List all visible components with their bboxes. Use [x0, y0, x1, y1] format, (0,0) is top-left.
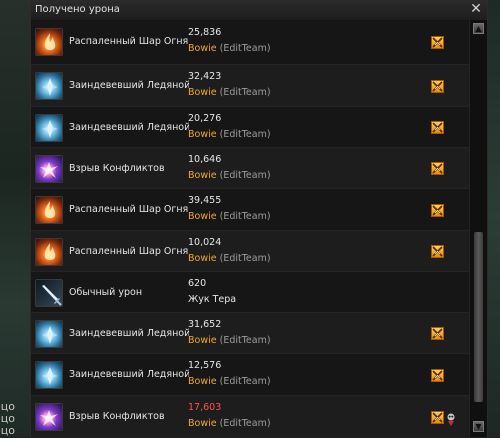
damage-source: Bowie (EditTeam) [188, 418, 271, 429]
fire-orb-icon [35, 196, 63, 224]
skill-name: Заиндевевший Ледяной Шар [69, 80, 189, 91]
scroll-down-icon[interactable]: ▼ [473, 421, 484, 432]
damage-source: Bowie (EditTeam) [188, 376, 271, 387]
skill-name: Заиндевевший Ледяной Шар [69, 369, 189, 380]
source-name: Жук Тера [188, 294, 237, 305]
ice-orb-icon [35, 320, 63, 348]
source-team-name: (EditTeam) [216, 170, 271, 181]
party-member-icon [431, 411, 444, 424]
ice-orb-icon [35, 361, 63, 389]
skill-name: Взрыв Конфликтов [69, 411, 165, 422]
fire-orb-icon [35, 28, 63, 56]
list-item[interactable]: Заиндевевший Ледяной Шар32,423 Bowie (Edi… [31, 64, 469, 106]
skill-name: Распаленный Шар Огня [69, 36, 189, 47]
damage-value: 12,576 [188, 360, 222, 371]
party-member-icon [431, 162, 444, 175]
skill-name: Заиндевевший Ледяной Шар [69, 122, 189, 133]
source-player-name[interactable]: Bowie [188, 129, 217, 140]
damage-source: Bowie (EditTeam) [188, 335, 271, 346]
damage-value: 620 [188, 278, 207, 289]
scrollbar[interactable]: ▲ ▼ [469, 20, 487, 437]
damage-value: 17,603 [188, 402, 222, 413]
damage-source: Bowie (EditTeam) [188, 211, 271, 222]
damage-value: 10,024 [188, 237, 222, 248]
source-team-name: (EditTeam) [216, 418, 271, 429]
debuff-icon [446, 411, 456, 426]
source-team-name: (EditTeam) [216, 87, 271, 98]
damage-source: Bowie (EditTeam) [188, 43, 271, 54]
list-item[interactable]: Заиндевевший Ледяной Шар20,276 Bowie (Edi… [31, 106, 469, 147]
source-team-name: (EditTeam) [216, 211, 271, 222]
list-item[interactable]: Взрыв Конфликтов 17,603 Bowie (EditTeam) [31, 395, 469, 437]
skill-name: Заиндевевший Ледяной Шар [69, 328, 189, 339]
conflict-blast-icon [35, 403, 63, 431]
party-member-icon [431, 369, 444, 382]
source-player-name[interactable]: Bowie [188, 335, 217, 346]
damage-value: 32,423 [188, 71, 222, 82]
source-team-name: (EditTeam) [216, 129, 271, 140]
window-titlebar[interactable]: Получено урона ✕ [31, 0, 487, 21]
party-member-icon [431, 327, 444, 340]
damage-log-list: Распаленный Шар Огня 25,836 Bowie (EditTea… [31, 20, 469, 437]
source-player-name[interactable]: Bowie [188, 253, 217, 264]
damage-value: 31,652 [188, 319, 222, 330]
scroll-up-icon[interactable]: ▲ [473, 23, 484, 34]
background-left [0, 0, 30, 437]
skill-name: Взрыв Конфликтов [69, 163, 165, 174]
source-player-name[interactable]: Bowie [188, 170, 217, 181]
list-item[interactable]: Взрыв Конфликтов 10,646 Bowie (EditTeam) [31, 147, 469, 188]
list-item[interactable]: Обычный урон 620 Жук Тера [31, 271, 469, 312]
list-item[interactable]: Распаленный Шар Огня 10,024 Bowie (EditTea… [31, 230, 469, 271]
source-player-name[interactable]: Bowie [188, 211, 217, 222]
skill-name: Обычный урон [69, 287, 143, 298]
background-text: оцо [0, 424, 15, 437]
damage-source: Bowie (EditTeam) [188, 170, 271, 181]
source-team-name: (EditTeam) [216, 43, 271, 54]
ice-orb-icon [35, 114, 63, 142]
party-member-icon [431, 245, 444, 258]
source-player-name[interactable]: Bowie [188, 43, 217, 54]
party-member-icon [431, 80, 444, 93]
damage-source: Жук Тера [188, 294, 236, 305]
skill-name: Распаленный Шар Огня [69, 246, 189, 257]
party-member-icon [431, 36, 444, 49]
ice-orb-icon [35, 72, 63, 100]
party-member-icon [431, 204, 444, 217]
scrollbar-thumb[interactable] [474, 232, 483, 402]
source-team-name: (EditTeam) [216, 376, 271, 387]
source-player-name[interactable]: Bowie [188, 418, 217, 429]
window-title: Получено урона [35, 4, 120, 15]
damage-value: 39,455 [188, 195, 222, 206]
list-item[interactable]: Распаленный Шар Огня 25,836 Bowie (EditTea… [31, 20, 469, 64]
damage-value: 25,836 [188, 27, 222, 38]
source-player-name[interactable]: Bowie [188, 376, 217, 387]
source-team-name: (EditTeam) [216, 253, 271, 264]
conflict-blast-icon [35, 155, 63, 183]
source-player-name[interactable]: Bowie [188, 87, 217, 98]
sword-icon [35, 279, 63, 307]
damage-source: Bowie (EditTeam) [188, 87, 271, 98]
list-item[interactable]: Заиндевевший Ледяной Шар31,652 Bowie (Edi… [31, 312, 469, 353]
damage-source: Bowie (EditTeam) [188, 253, 271, 264]
damage-value: 10,646 [188, 154, 222, 165]
list-item[interactable]: Распаленный Шар Огня 39,455 Bowie (EditTea… [31, 188, 469, 230]
damage-received-window: Получено урона ✕ Распаленный Шар Огня 25,… [30, 0, 488, 437]
list-item[interactable]: Заиндевевший Ледяной Шар12,576 Bowie (Edi… [31, 353, 469, 395]
close-icon[interactable]: ✕ [469, 2, 483, 16]
background-right [488, 0, 500, 437]
party-member-icon [431, 121, 444, 134]
damage-value: 20,276 [188, 113, 222, 124]
skill-name: Распаленный Шар Огня [69, 204, 189, 215]
source-team-name: (EditTeam) [216, 335, 271, 346]
fire-orb-icon [35, 238, 63, 266]
damage-source: Bowie (EditTeam) [188, 129, 271, 140]
